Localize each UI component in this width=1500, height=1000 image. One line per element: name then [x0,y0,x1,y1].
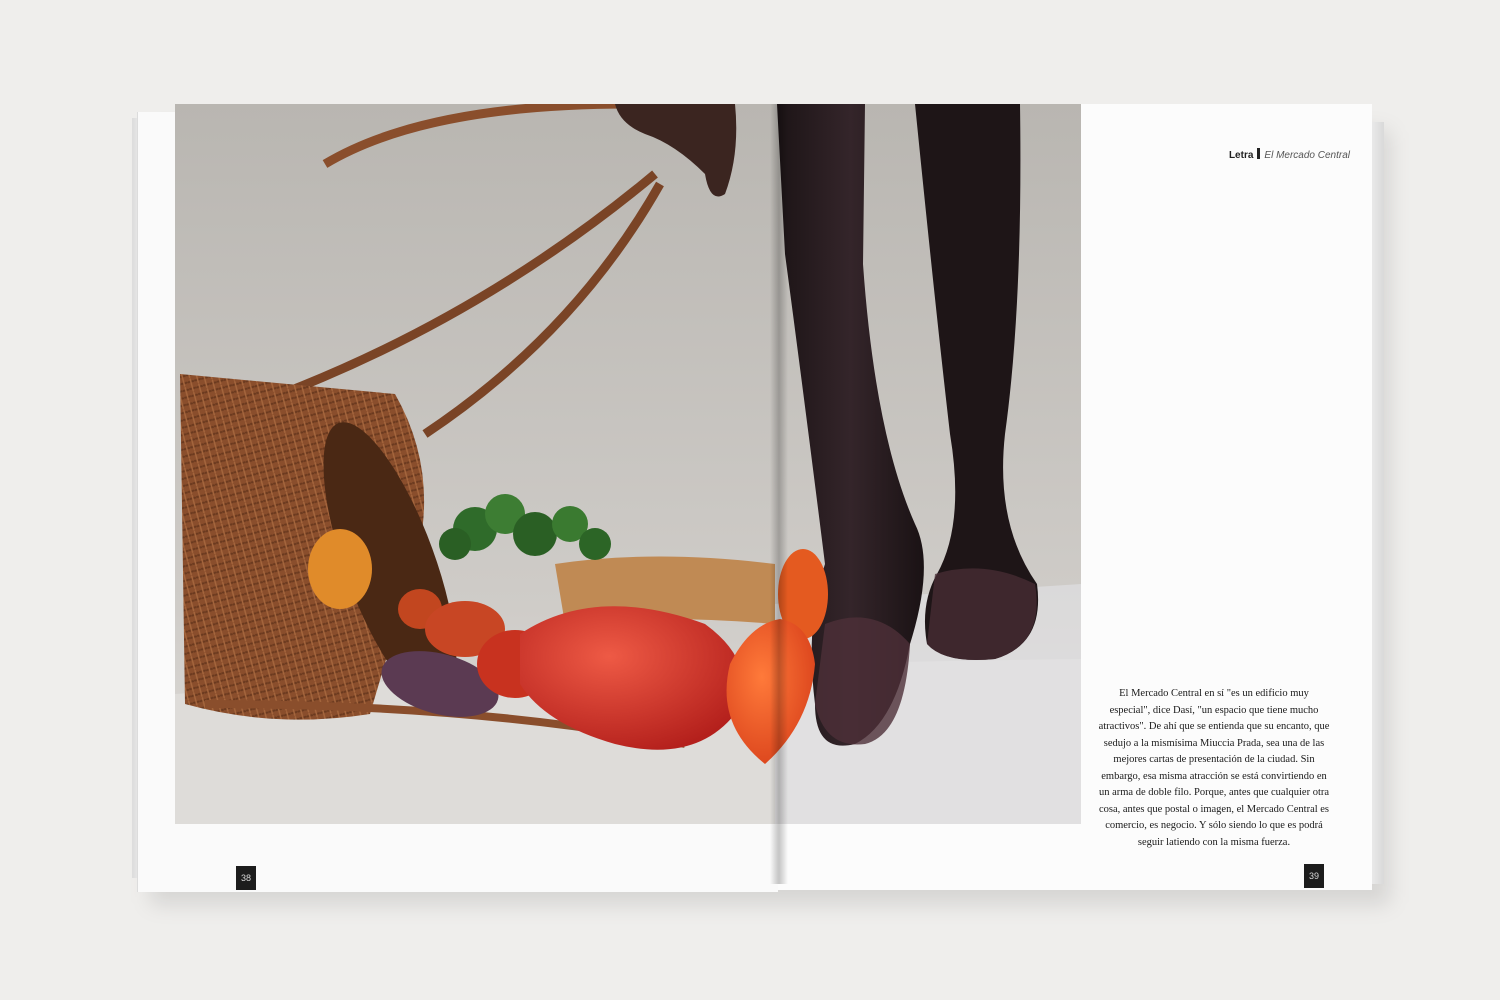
page-number-right: 39 [1304,864,1324,888]
header-divider [1257,148,1261,159]
spread-photo [175,104,1081,824]
article-body-text: El Mercado Central en sí "es un edificio… [1098,688,1330,848]
page-number-left: 38 [236,866,256,890]
header-section: Letra [1228,150,1254,161]
magazine-spread: Letra El Mercado Central El Mercado Centr… [0,0,1500,1000]
header-article: El Mercado Central [1264,150,1350,161]
right-page-edges [1372,122,1384,884]
spine-gutter [770,104,788,884]
running-header: Letra El Mercado Central [1190,148,1350,168]
